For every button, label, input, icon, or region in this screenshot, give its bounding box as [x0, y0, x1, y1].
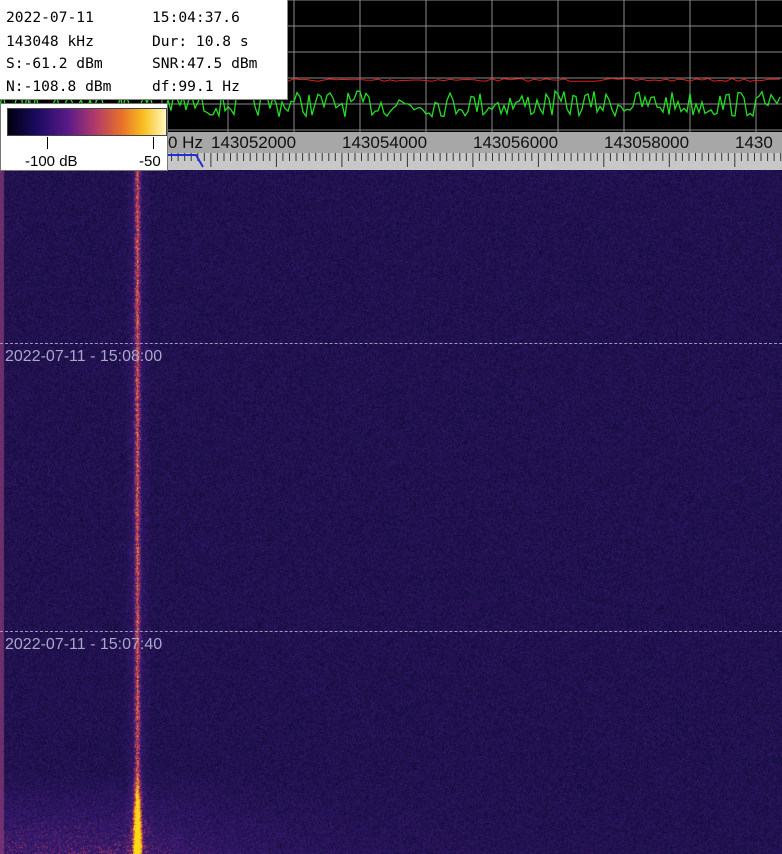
spectrum-waterfall-view[interactable]: 0 Hz 143052000 143054000 143056000 14305… — [0, 0, 782, 854]
colorbar-max-label: -50 — [139, 153, 161, 170]
freq-label-1: 143052000 — [211, 133, 297, 152]
time-marker-label-2: 2022-07-11 - 15:07:40 — [5, 636, 163, 653]
info-date: 2022-07-11 — [6, 9, 94, 26]
info-noise: N:-108.8 dBm — [6, 78, 112, 95]
freq-label-4: 143058000 — [604, 133, 690, 152]
info-time: 15:04:37.6 — [152, 9, 240, 26]
freq-label-5: 1430 — [735, 133, 773, 152]
info-signal: S:-61.2 dBm — [6, 55, 103, 72]
colorbar-tick-max — [153, 137, 154, 149]
time-marker-label-1: 2022-07-11 - 15:08:00 — [5, 348, 163, 365]
colorbar-legend: -100 dB -50 — [0, 103, 168, 171]
waterfall-canvas — [0, 170, 782, 854]
waterfall-display[interactable]: 2022-07-11 - 15:08:00 2022-07-11 - 15:07… — [0, 170, 782, 854]
colorbar-gradient — [7, 108, 167, 136]
time-marker-line-1 — [0, 343, 782, 344]
colorbar-tick-min — [47, 137, 48, 149]
colorbar-min-label: -100 dB — [25, 153, 78, 170]
freq-label-3: 143056000 — [473, 133, 559, 152]
time-marker-line-2 — [0, 631, 782, 632]
info-snr: SNR:47.5 dBm — [152, 55, 258, 72]
freq-label-0: 0 Hz — [168, 133, 203, 152]
freq-label-2: 143054000 — [342, 133, 428, 152]
info-duration: Dur: 10.8 s — [152, 33, 249, 50]
info-df: df:99.1 Hz — [152, 78, 240, 95]
info-frequency: 143048 kHz — [6, 33, 94, 50]
measurement-info-panel: 2022-07-11 15:04:37.6 143048 kHz Dur: 10… — [0, 0, 288, 100]
